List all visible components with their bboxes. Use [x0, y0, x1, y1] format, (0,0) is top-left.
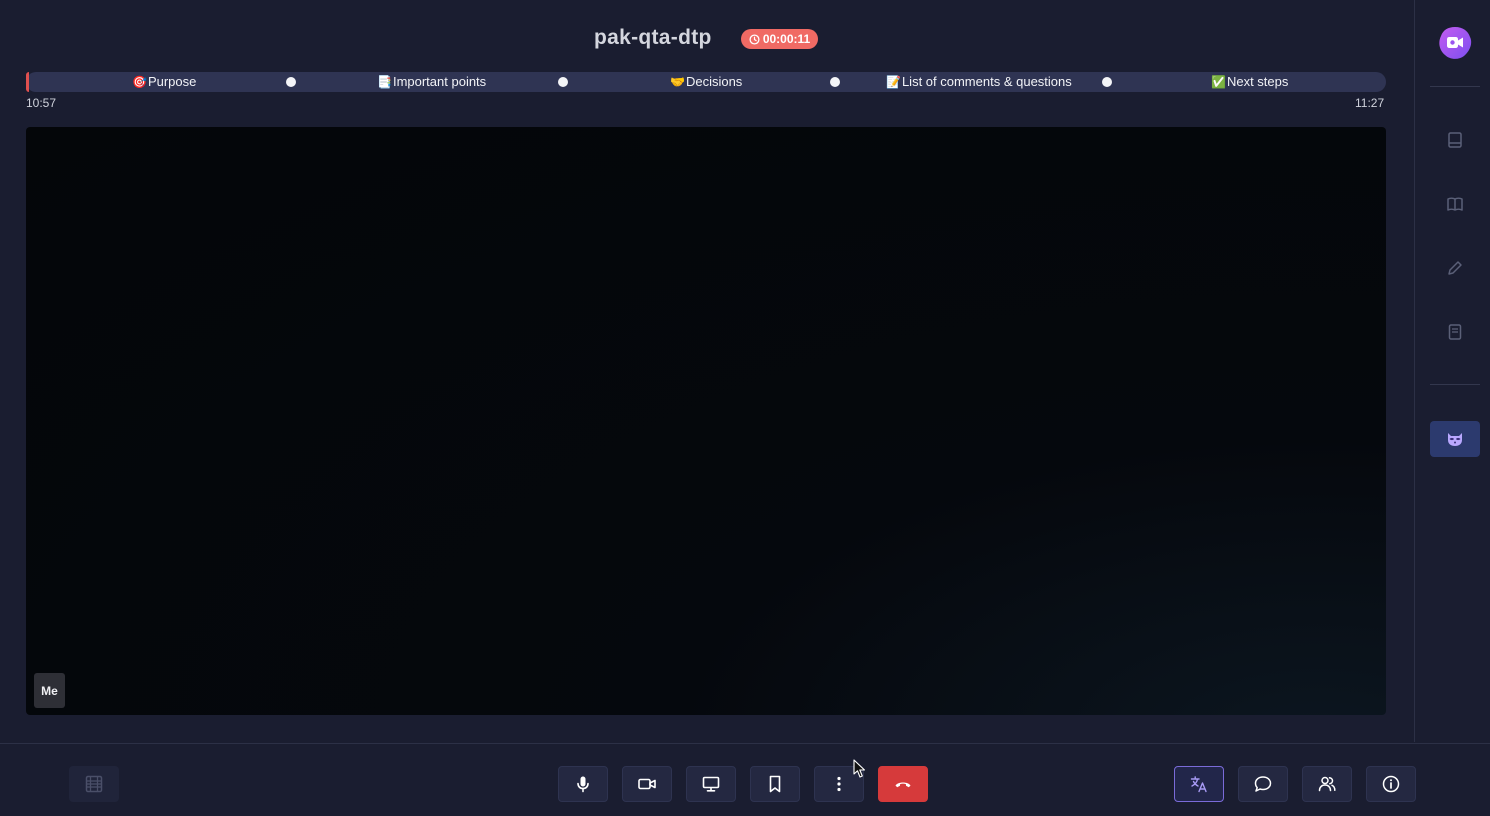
bookmark-icon	[769, 775, 781, 793]
elapsed-timer-badge: 00:00:11	[741, 29, 818, 49]
participants-button[interactable]	[1302, 766, 1352, 802]
chat-button[interactable]	[1238, 766, 1288, 802]
meeting-app: pak-qta-dtp 00:00:11 🎯Purpose 📑Important…	[0, 0, 1490, 816]
sidebar-notebook-button[interactable]	[1430, 122, 1480, 158]
agenda-progress-fill	[26, 72, 29, 92]
agenda-item-purpose[interactable]: 🎯Purpose	[132, 72, 196, 92]
agenda-item-label: Next steps	[1226, 74, 1289, 89]
screen-share-icon	[702, 776, 720, 792]
agenda-timeline: 🎯Purpose 📑Important points 🤝Decisions 📝L…	[26, 72, 1386, 92]
self-video-tile: Me	[26, 127, 1386, 715]
agenda-item-label: Purpose	[147, 74, 197, 89]
info-button[interactable]	[1366, 766, 1416, 802]
camera-button[interactable]	[622, 766, 672, 802]
elapsed-time: 00:00:11	[762, 32, 811, 46]
sidebar-separator	[1430, 384, 1480, 385]
agenda-item-label: Decisions	[685, 74, 743, 89]
mouse-cursor-icon	[853, 759, 866, 778]
microphone-icon	[577, 776, 589, 793]
translate-button[interactable]	[1174, 766, 1224, 802]
agenda-end-time: 11:27	[1355, 96, 1385, 110]
info-icon	[1382, 775, 1400, 793]
sidebar-separator	[1430, 86, 1480, 87]
sidebar-document-button[interactable]	[1430, 314, 1480, 350]
document-icon	[1448, 324, 1462, 340]
clock-icon	[749, 33, 760, 45]
microphone-button[interactable]	[558, 766, 608, 802]
check-mark-emoji-icon: ✅	[1211, 75, 1226, 89]
more-vertical-icon	[837, 776, 841, 792]
sidebar-assistant-button[interactable]	[1430, 421, 1480, 457]
screen-share-button[interactable]	[686, 766, 736, 802]
camera-icon	[638, 778, 656, 790]
app-logo-icon[interactable]	[1437, 25, 1473, 61]
agenda-divider-dot	[558, 77, 568, 87]
pencil-icon	[1448, 261, 1462, 275]
translate-icon	[1190, 776, 1207, 793]
agenda-divider-dot	[830, 77, 840, 87]
agenda-item-next-steps[interactable]: ✅Next steps	[1211, 72, 1288, 92]
agenda-item-label: List of comments & questions	[901, 74, 1072, 89]
target-emoji-icon: 🎯	[132, 75, 147, 89]
gallery-view-button[interactable]	[69, 766, 119, 802]
agenda-item-comments-questions[interactable]: 📝List of comments & questions	[886, 72, 1072, 92]
agenda-item-label: Important points	[392, 74, 487, 89]
agenda-divider-dot	[286, 77, 296, 87]
raccoon-icon	[1448, 433, 1462, 446]
agenda-divider-dot	[1102, 77, 1112, 87]
sidebar-pencil-button[interactable]	[1430, 250, 1480, 286]
sidebar-book-button[interactable]	[1430, 186, 1480, 222]
film-grid-icon	[85, 775, 103, 793]
meeting-title: pak-qta-dtp	[594, 26, 712, 49]
chat-icon	[1254, 776, 1272, 792]
book-open-icon	[1447, 197, 1463, 211]
participants-icon	[1318, 776, 1336, 792]
hang-up-icon	[895, 782, 911, 788]
handshake-emoji-icon: 🤝	[670, 75, 685, 89]
bookmark-button[interactable]	[750, 766, 800, 802]
agenda-start-time: 10:57	[26, 96, 57, 110]
bottom-toolbar	[0, 743, 1490, 816]
right-sidebar	[1414, 0, 1490, 742]
bookmark-tabs-emoji-icon: 📑	[377, 75, 392, 89]
notebook-icon	[1448, 132, 1462, 148]
agenda-item-decisions[interactable]: 🤝Decisions	[670, 72, 742, 92]
participant-name-label: Me	[34, 673, 65, 708]
agenda-item-important-points[interactable]: 📑Important points	[377, 72, 486, 92]
hang-up-button[interactable]	[878, 766, 928, 802]
memo-emoji-icon: 📝	[886, 75, 901, 89]
